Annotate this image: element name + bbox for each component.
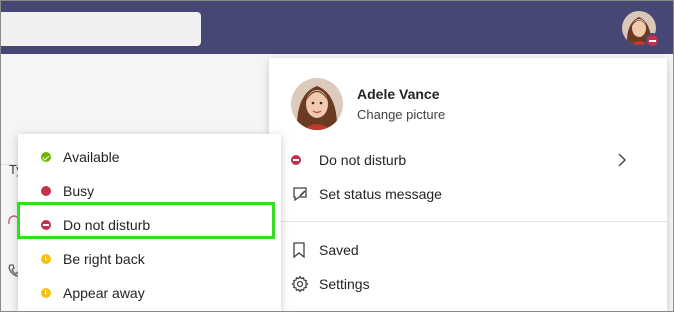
dnd-minus-icon [41,220,51,230]
status-option-be-right-back[interactable]: Be right back [18,244,281,274]
divider [269,221,667,222]
set-status-message-label: Set status message [319,186,442,202]
status-menu: Available Busy Do not disturb Be right b… [18,134,281,311]
status-option-do-not-disturb[interactable]: Do not disturb [18,210,281,240]
status-option-busy[interactable]: Busy [18,176,281,206]
status-option-label: Do not disturb [63,217,151,233]
profile-picture[interactable] [291,78,343,130]
gear-icon [291,275,309,293]
bookmark-icon [293,242,305,259]
status-option-label: Appear away [63,285,145,301]
status-option-label: Available [63,149,120,165]
dnd-status-icon [291,155,301,165]
status-option-appear-away[interactable]: Appear away [18,278,281,308]
profile-card: Adele Vance Change picture Do not distur… [269,58,667,311]
chevron-right-icon [618,153,626,167]
dnd-status-badge-icon [645,33,660,48]
search-input[interactable] [1,12,201,46]
status-label: Do not disturb [319,152,407,168]
clock-icon [41,288,51,298]
status-option-available[interactable]: Available [18,142,281,172]
settings-label: Settings [319,276,370,292]
clock-icon [41,254,51,264]
user-name: Adele Vance [357,86,440,102]
edit-message-icon [293,187,307,202]
status-option-label: Be right back [63,251,145,267]
settings-button[interactable]: Settings [291,272,651,296]
set-status-message-button[interactable]: Set status message [291,182,651,206]
saved-button[interactable]: Saved [291,238,651,262]
available-check-icon [41,152,51,162]
status-option-label: Busy [63,183,95,199]
top-header-bar [1,1,673,54]
saved-label: Saved [319,242,359,258]
status-selector[interactable]: Do not disturb [291,148,651,172]
app-window: Ty Adele Vance Change picture Do not dis… [0,0,674,312]
avatar-photo-icon [291,78,343,130]
change-picture-link[interactable]: Change picture [357,107,445,122]
busy-dot-icon [41,186,51,196]
